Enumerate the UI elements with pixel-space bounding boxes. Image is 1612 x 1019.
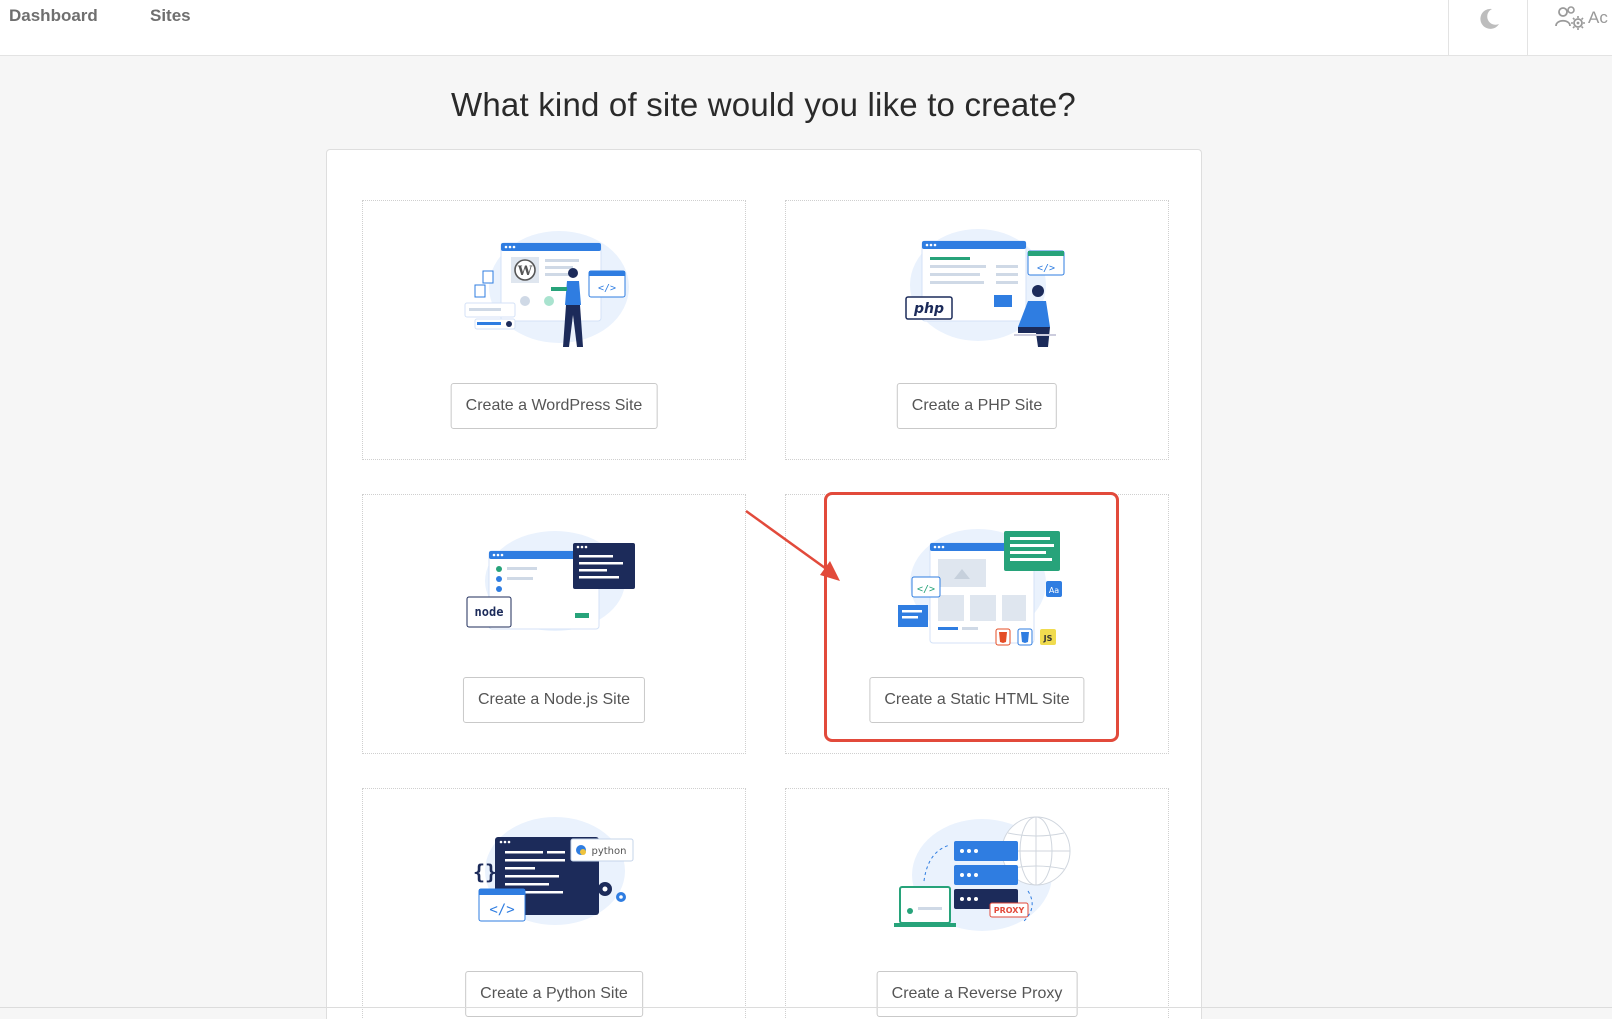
- svg-text:W: W: [517, 264, 533, 279]
- create-wordpress-site-button[interactable]: Create a WordPress Site: [450, 383, 658, 429]
- create-nodejs-site-button[interactable]: Create a Node.js Site: [462, 677, 646, 723]
- account-menu-button[interactable]: Ac: [1554, 4, 1612, 34]
- users-gear-icon: [1555, 6, 1585, 30]
- node-badge-text: node: [475, 605, 504, 619]
- nav-dashboard-link[interactable]: Dashboard: [9, 6, 98, 26]
- topbar-divider: [1527, 0, 1528, 56]
- svg-text:{}: {}: [473, 860, 497, 884]
- php-site-card[interactable]: </> php Create a PHP Site: [785, 200, 1169, 460]
- create-static-html-site-button[interactable]: Create a Static HTML Site: [869, 677, 1085, 723]
- nav-sites-link[interactable]: Sites: [150, 6, 191, 26]
- bottom-divider: [0, 1007, 1612, 1008]
- nodejs-site-card[interactable]: node Create a Node.js Site: [362, 494, 746, 754]
- page-title: What kind of site would you like to crea…: [451, 86, 1076, 123]
- create-php-site-button[interactable]: Create a PHP Site: [896, 383, 1058, 429]
- moon-icon: [1480, 8, 1499, 29]
- static-html-site-card[interactable]: </> Aa JS Create a Static HTML Site: [785, 494, 1169, 754]
- site-type-panel: W </> Create a WordPress Site </> php Cr…: [326, 149, 1202, 1019]
- proxy-badge-text: PROXY: [994, 906, 1025, 915]
- svg-text:</>: </>: [917, 584, 935, 595]
- create-python-site-button[interactable]: Create a Python Site: [465, 971, 643, 1017]
- theme-toggle-button[interactable]: [1474, 4, 1504, 34]
- svg-text:</>: </>: [1037, 263, 1055, 274]
- svg-text:</>: </>: [489, 902, 514, 918]
- python-badge-text: python: [592, 846, 627, 857]
- python-site-card[interactable]: {} python </> Create a Python Site: [362, 788, 746, 1019]
- create-reverse-proxy-button[interactable]: Create a Reverse Proxy: [876, 971, 1078, 1017]
- js-badge-text: JS: [1043, 634, 1053, 643]
- svg-text:</>: </>: [598, 283, 616, 294]
- reverse-proxy-illustration: PROXY: [894, 816, 1071, 931]
- python-illustration: {} python </>: [473, 817, 634, 925]
- php-badge-text: php: [913, 301, 944, 317]
- font-badge-text: Aa: [1049, 586, 1059, 595]
- wordpress-illustration: W </>: [464, 231, 629, 347]
- reverse-proxy-card[interactable]: PROXY Create a Reverse Proxy: [785, 788, 1169, 1019]
- php-illustration: </> php: [905, 229, 1065, 347]
- topbar-divider: [1448, 0, 1449, 56]
- top-navigation-bar: Dashboard Sites Ac: [0, 0, 1612, 56]
- nodejs-illustration: node: [466, 531, 635, 631]
- account-label: Ac: [1588, 8, 1608, 27]
- static-html-illustration: </> Aa JS: [898, 529, 1062, 646]
- wordpress-site-card[interactable]: W </> Create a WordPress Site: [362, 200, 746, 460]
